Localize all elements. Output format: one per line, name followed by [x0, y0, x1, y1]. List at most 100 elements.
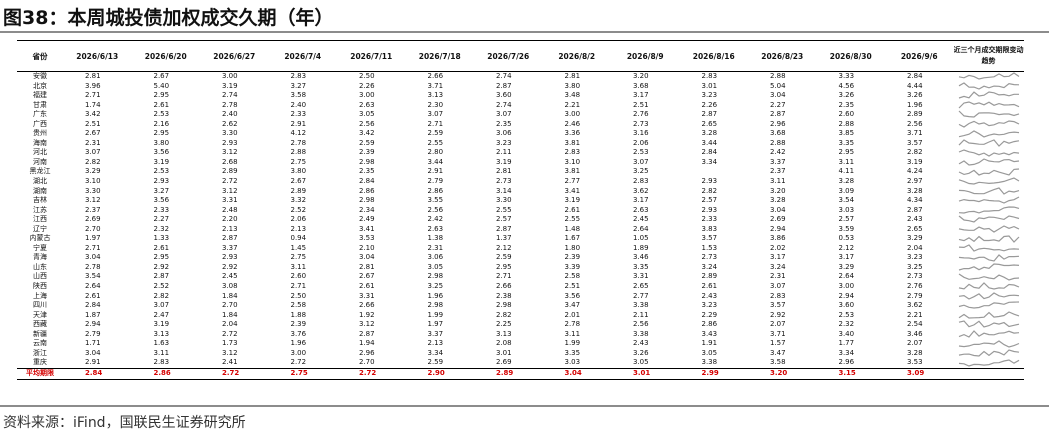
duration-value-cell: 3.23	[496, 138, 512, 147]
duration-value-cell: 1.80	[564, 243, 581, 252]
trend-cell	[954, 129, 1024, 139]
duration-value-cell: 3.30	[222, 129, 238, 138]
duration-value-cell: 2.93	[701, 205, 718, 214]
duration-value-cell: 3.16	[633, 129, 649, 138]
trend-sparkline	[958, 111, 1019, 119]
duration-value-cell: 2.83	[290, 72, 307, 80]
duration-value-cell: 3.19	[222, 81, 238, 90]
duration-value-cell: 3.46	[633, 253, 649, 262]
trend-line	[958, 311, 1019, 319]
trend-line	[958, 320, 1019, 329]
duration-value-cell: 3.11	[564, 329, 581, 338]
trend-cell	[954, 253, 1024, 263]
column-header-trend: 近三个月成交期限变动趋势	[953, 40, 1024, 72]
duration-value-cell: 2.59	[427, 129, 444, 138]
duration-value-cell: 1.88	[290, 310, 307, 319]
province-row: 湖南 3.30 3.27 3.12 2.89 2.86 2.86 3.14 3.41 3.62 2.…	[17, 187, 1024, 197]
duration-value-cell: 2.87	[701, 110, 718, 119]
duration-value-cell: 2.82	[85, 157, 101, 166]
duration-value-cell: 3.47	[564, 301, 581, 310]
duration-value-cell: 2.93	[222, 138, 238, 147]
average-row: 平均期限 2.84 2.86 2.72 2.75 2.72 2.90 2.89 3.04 3.01…	[17, 367, 1024, 380]
trend-cell	[954, 91, 1024, 101]
duration-value-cell: 3.71	[907, 129, 923, 138]
duration-value-cell: 3.53	[907, 358, 923, 367]
duration-value-cell: 2.52	[290, 205, 307, 214]
duration-value-cell: 2.06	[290, 215, 307, 224]
duration-value-cell: 2.32	[153, 224, 170, 233]
duration-value-cell: 3.38	[701, 358, 718, 367]
trend-cell	[954, 272, 1024, 282]
duration-value-cell: 3.06	[427, 253, 444, 262]
duration-value-cell: 2.38	[496, 291, 512, 300]
duration-value-cell: 2.92	[153, 262, 170, 271]
duration-value-cell: 2.61	[85, 291, 101, 300]
duration-value-cell: 3.60	[496, 91, 512, 100]
duration-value-cell: 2.11	[633, 310, 649, 319]
duration-value-cell: 5.40	[153, 81, 170, 90]
duration-value-cell: 2.54	[907, 320, 923, 329]
duration-value-cell: 2.73	[701, 253, 718, 262]
duration-value-cell: 2.51	[633, 100, 649, 109]
province-name: 广东	[33, 110, 47, 119]
duration-value-cell: 3.15	[816, 367, 885, 380]
province-row: 辽宁 2.70 2.32 2.13 2.13 3.41 2.63 2.87 1.48 2.64 3.…	[17, 225, 1024, 235]
duration-value-cell: 2.45	[633, 215, 649, 224]
duration-value-cell: 2.74	[222, 91, 238, 100]
trend-cell	[954, 320, 1024, 330]
duration-value-cell	[680, 167, 749, 177]
duration-value-cell: 2.96	[359, 348, 375, 357]
trend-line	[958, 177, 1019, 185]
duration-value-cell: 3.25	[427, 282, 444, 291]
duration-value-cell: 2.71	[85, 91, 101, 100]
trend-line	[958, 72, 1019, 80]
trend-sparkline	[958, 196, 1019, 205]
duration-value-cell: 3.01	[701, 81, 718, 90]
duration-value-cell: 3.57	[770, 301, 786, 310]
duration-value-cell: 3.03	[564, 358, 581, 367]
duration-value-cell: 2.31	[85, 138, 101, 147]
trend-line	[958, 263, 1019, 271]
duration-value-cell: 3.32	[290, 196, 307, 205]
trend-cell	[954, 358, 1024, 368]
duration-value-cell: 2.45	[222, 272, 238, 281]
trend-line	[958, 206, 1019, 214]
duration-value-cell: 2.67	[85, 129, 101, 138]
province-row: 福建 2.71 2.95 2.74 3.58 3.00 3.13 3.60 3.48 3.17 3.…	[17, 91, 1024, 101]
trend-cell	[954, 196, 1024, 206]
duration-value-cell: 2.82	[907, 148, 923, 157]
duration-value-cell: 3.23	[701, 301, 718, 310]
duration-value-cell: 2.12	[496, 243, 512, 252]
trend-sparkline	[958, 215, 1019, 224]
duration-value-cell: 3.44	[701, 138, 718, 147]
trend-cell	[954, 177, 1024, 187]
duration-value-cell: 2.57	[701, 196, 718, 205]
duration-value-cell: 2.20	[222, 215, 238, 224]
duration-value-cell: 2.49	[359, 215, 375, 224]
duration-value-cell: 3.57	[701, 234, 718, 243]
duration-value-cell: 3.26	[907, 91, 923, 100]
duration-value-cell: 2.82	[701, 186, 718, 195]
trend-cell	[954, 225, 1024, 235]
trend-cell	[954, 120, 1024, 130]
trend-line	[958, 111, 1019, 119]
trend-cell	[954, 139, 1024, 149]
duration-value-cell: 3.07	[633, 157, 649, 166]
trend-cell	[954, 158, 1024, 168]
duration-value-cell: 3.29	[838, 262, 855, 271]
trend-cell	[954, 244, 1024, 254]
duration-value-cell: 2.79	[907, 291, 923, 300]
duration-value-cell: 2.97	[907, 177, 923, 186]
trend-line	[958, 215, 1019, 224]
duration-value-cell: 2.32	[838, 320, 855, 329]
province-row: 贵州 2.67 2.95 3.30 4.12 3.42 2.59 3.06 3.36 3.16 3.…	[17, 129, 1024, 139]
trend-line	[958, 187, 1019, 195]
duration-value-cell: 3.20	[633, 72, 649, 80]
column-header-date: 2026/7/4	[268, 40, 337, 72]
duration-value-cell: 2.65	[701, 119, 718, 128]
province-row: 海南 2.31 3.80 2.93 2.78 2.59 2.55 3.23 3.81 2.06 3.…	[17, 139, 1024, 149]
trend-sparkline	[958, 187, 1019, 195]
duration-value-cell: 2.98	[427, 272, 444, 281]
duration-value-cell: 2.99	[679, 367, 748, 380]
duration-value-cell: 3.10	[85, 177, 101, 186]
